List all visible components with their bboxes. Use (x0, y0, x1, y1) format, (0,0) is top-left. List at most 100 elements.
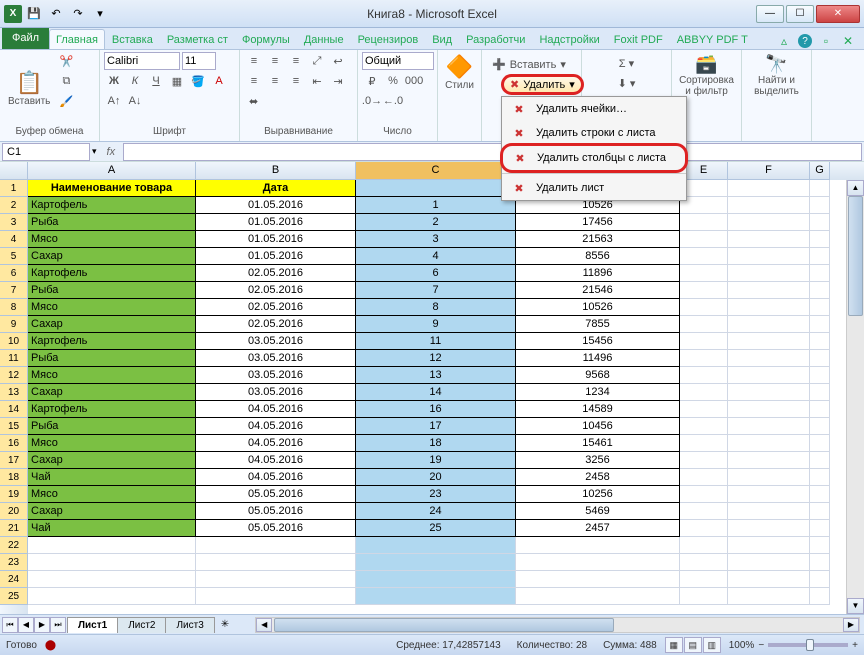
cell-A15[interactable]: Рыба (28, 418, 196, 435)
scroll-left-icon[interactable]: ◀ (256, 618, 272, 632)
cell-E5[interactable] (680, 248, 728, 265)
cell-G15[interactable] (810, 418, 830, 435)
cell-A19[interactable]: Мясо (28, 486, 196, 503)
increase-decimal-icon[interactable]: .0→ (362, 92, 382, 110)
cell-A6[interactable]: Картофель (28, 265, 196, 282)
cell-A4[interactable]: Мясо (28, 231, 196, 248)
align-top-icon[interactable]: ≡ (244, 52, 264, 70)
cell-F4[interactable] (728, 231, 810, 248)
row-header-13[interactable]: 13 (0, 384, 28, 401)
align-center-icon[interactable]: ≡ (265, 72, 285, 90)
decrease-font-icon[interactable]: A↓ (125, 92, 145, 110)
row-header-14[interactable]: 14 (0, 401, 28, 418)
cell-C15[interactable]: 17 (356, 418, 516, 435)
font-size-input[interactable] (182, 52, 216, 70)
cell-C4[interactable]: 3 (356, 231, 516, 248)
col-header-A[interactable]: A (28, 162, 196, 180)
cell-C12[interactable]: 13 (356, 367, 516, 384)
name-box-dropdown-icon[interactable]: ▾ (90, 146, 99, 157)
cell-D11[interactable]: 11496 (516, 350, 680, 367)
cell-G21[interactable] (810, 520, 830, 537)
cell-A21[interactable]: Чай (28, 520, 196, 537)
formula-input[interactable] (123, 143, 862, 161)
cell-F18[interactable] (728, 469, 810, 486)
help-icon[interactable]: ? (798, 34, 812, 48)
cell-F6[interactable] (728, 265, 810, 282)
cell-C24[interactable] (356, 571, 516, 588)
delete-sheet-item[interactable]: ✖ Удалить лист (502, 176, 686, 200)
tab-prev-icon[interactable]: ◀ (18, 617, 34, 633)
cell-F14[interactable] (728, 401, 810, 418)
ribbon-tab-6[interactable]: Вид (425, 29, 459, 49)
cell-E15[interactable] (680, 418, 728, 435)
col-header-B[interactable]: B (196, 162, 356, 180)
scroll-down-icon[interactable]: ▼ (847, 598, 864, 614)
cell-C11[interactable]: 12 (356, 350, 516, 367)
col-header-G[interactable]: G (810, 162, 830, 180)
cell-A23[interactable] (28, 554, 196, 571)
vscroll-thumb[interactable] (848, 196, 863, 316)
cell-D19[interactable]: 10256 (516, 486, 680, 503)
cell-A1[interactable]: Наименование товара (28, 180, 196, 197)
cell-F13[interactable] (728, 384, 810, 401)
insert-cells-button[interactable]: ➕Вставить▾ (490, 56, 573, 73)
cell-D4[interactable]: 21563 (516, 231, 680, 248)
format-painter-icon[interactable]: 🖌️ (56, 92, 76, 110)
sheet-tab-2[interactable]: Лист3 (165, 617, 214, 633)
cell-G10[interactable] (810, 333, 830, 350)
cell-F5[interactable] (728, 248, 810, 265)
cell-D18[interactable]: 2458 (516, 469, 680, 486)
align-left-icon[interactable]: ≡ (244, 72, 264, 90)
cell-E7[interactable] (680, 282, 728, 299)
cell-B8[interactable]: 02.05.2016 (196, 299, 356, 316)
cell-A24[interactable] (28, 571, 196, 588)
cell-F25[interactable] (728, 588, 810, 605)
row-header-16[interactable]: 16 (0, 435, 28, 452)
row-header-4[interactable]: 4 (0, 231, 28, 248)
ribbon-tab-9[interactable]: Foxit PDF (607, 29, 670, 49)
cell-B17[interactable]: 04.05.2016 (196, 452, 356, 469)
cell-E18[interactable] (680, 469, 728, 486)
cell-F10[interactable] (728, 333, 810, 350)
cell-B25[interactable] (196, 588, 356, 605)
cut-icon[interactable]: ✂️ (56, 52, 76, 70)
tab-first-icon[interactable]: ⏮ (2, 617, 18, 633)
minimize-ribbon-icon[interactable]: ▵ (776, 33, 792, 49)
hscroll-thumb[interactable] (274, 618, 614, 632)
cell-A13[interactable]: Сахар (28, 384, 196, 401)
zoom-out-icon[interactable]: − (758, 640, 764, 651)
save-icon[interactable]: 💾 (24, 4, 44, 24)
cell-A8[interactable]: Мясо (28, 299, 196, 316)
wrap-text-icon[interactable]: ↩ (328, 52, 348, 70)
cell-B16[interactable]: 04.05.2016 (196, 435, 356, 452)
sheet-tab-1[interactable]: Лист2 (117, 617, 166, 633)
cell-F16[interactable] (728, 435, 810, 452)
cell-B19[interactable]: 05.05.2016 (196, 486, 356, 503)
row-header-22[interactable]: 22 (0, 537, 28, 554)
new-sheet-icon[interactable]: ✳ (215, 619, 235, 630)
sheet-tab-0[interactable]: Лист1 (67, 617, 118, 633)
merge-cells-icon[interactable]: ⬌ (244, 92, 263, 110)
cell-B14[interactable]: 04.05.2016 (196, 401, 356, 418)
cell-G7[interactable] (810, 282, 830, 299)
cell-F17[interactable] (728, 452, 810, 469)
cell-C18[interactable]: 20 (356, 469, 516, 486)
cell-C14[interactable]: 16 (356, 401, 516, 418)
cell-F9[interactable] (728, 316, 810, 333)
row-header-12[interactable]: 12 (0, 367, 28, 384)
scroll-up-icon[interactable]: ▲ (847, 180, 864, 196)
select-all-corner[interactable] (0, 162, 28, 180)
cell-G24[interactable] (810, 571, 830, 588)
delete-rows-item[interactable]: ✖ Удалить строки с листа (502, 121, 686, 145)
row-header-9[interactable]: 9 (0, 316, 28, 333)
window-restore-icon[interactable]: ▫ (818, 33, 834, 49)
cell-G11[interactable] (810, 350, 830, 367)
cell-B2[interactable]: 01.05.2016 (196, 197, 356, 214)
cell-D12[interactable]: 9568 (516, 367, 680, 384)
cell-C2[interactable]: 1 (356, 197, 516, 214)
page-break-icon[interactable]: ▥ (703, 637, 721, 653)
row-header-1[interactable]: 1 (0, 180, 28, 197)
cell-C9[interactable]: 9 (356, 316, 516, 333)
horizontal-scrollbar[interactable]: ◀ ▶ (255, 617, 860, 633)
cell-A7[interactable]: Рыба (28, 282, 196, 299)
